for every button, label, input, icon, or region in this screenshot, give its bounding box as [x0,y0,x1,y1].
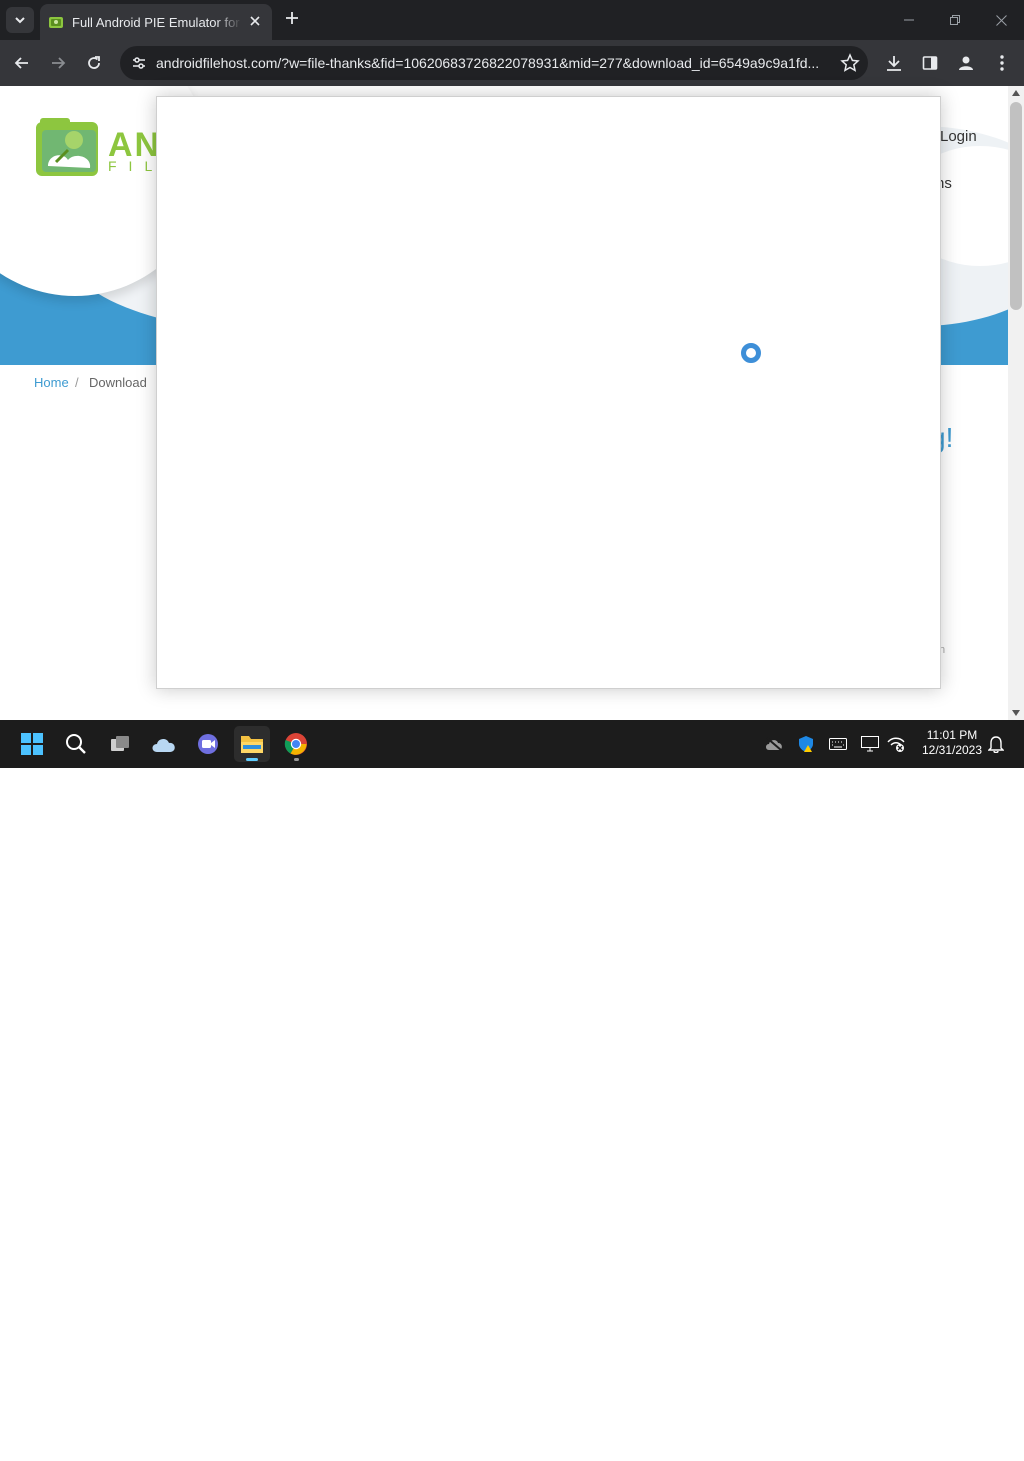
page-scrollbar[interactable] [1008,86,1024,720]
profile-icon [959,56,973,70]
tune-icon [133,57,145,69]
back-button[interactable] [8,49,36,77]
url-text[interactable]: androidfilehost.com/?w=file-thanks&fid=1… [156,55,836,71]
security-tray-button[interactable] [794,732,818,756]
tab-search-button[interactable] [6,7,34,33]
taskbar-clock[interactable]: 11:01 PM 12/31/2023 [912,728,992,758]
new-tab-button[interactable] [280,8,304,32]
side-panel-button[interactable] [916,49,944,77]
download-icon [887,56,901,71]
keyboard-tray-button[interactable] [826,732,850,756]
clock-time: 11:01 PM [926,728,978,742]
downloads-button[interactable] [880,49,908,77]
android-folder-favicon-icon [49,17,63,28]
window-close-button[interactable] [978,0,1024,40]
start-icon [21,733,43,755]
close-icon [995,14,1007,26]
browser-tab[interactable]: Full Android PIE Emulator for PC [40,4,272,40]
back-arrow-icon [14,57,28,69]
star-icon [840,53,860,72]
cloud-offline-icon [766,737,782,751]
network-disconnected-icon [887,737,905,752]
file-explorer-button[interactable] [234,726,270,762]
chevron-down-icon [15,17,25,24]
address-bar[interactable]: androidfilehost.com/?w=file-thanks&fid=1… [120,46,868,80]
minimize-icon [904,19,914,21]
site-info-button[interactable] [124,48,154,78]
network-tray-button[interactable] [884,732,908,756]
download-modal [156,96,941,689]
start-button[interactable] [14,726,50,762]
task-view-icon [111,736,129,751]
bookmark-button[interactable] [840,53,860,73]
window-restore-button[interactable] [932,0,978,40]
breadcrumb-current: Download [89,375,147,390]
display-icon [861,736,879,752]
kebab-menu-icon [1000,55,1004,71]
weather-widget-button[interactable] [146,726,182,762]
defender-warning-icon [799,736,813,752]
nav-login-link[interactable]: Login [940,128,977,145]
clock-date: 12/31/2023 [921,743,983,757]
restore-icon [950,15,960,25]
browser-tab-strip: Full Android PIE Emulator for PC [0,0,1024,40]
meet-button[interactable] [190,726,226,762]
taskbar-search-button[interactable] [58,726,94,762]
file-explorer-icon [241,736,263,753]
breadcrumb-separator: / [75,375,79,390]
weather-temperature: 35° [164,1449,181,1461]
active-app-indicator [246,758,258,761]
breadcrumb-home-link[interactable]: Home [34,375,69,390]
side-panel-icon [922,56,938,70]
keyboard-icon [829,738,847,750]
onedrive-tray-button[interactable] [762,732,786,756]
running-app-indicator [294,758,299,761]
scroll-up-arrow-icon[interactable] [1012,90,1020,96]
meet-icon [198,734,218,754]
close-icon [250,16,260,26]
forward-button[interactable] [44,49,72,77]
reload-icon [88,56,100,69]
weather-icon [152,738,175,752]
plus-icon [286,12,298,24]
forward-arrow-icon [52,57,66,69]
tab-title: Full Android PIE Emulator for PC [72,14,242,30]
chrome-menu-button[interactable] [988,49,1016,77]
loading-spinner-icon [741,343,761,363]
scroll-down-arrow-icon[interactable] [1012,710,1020,716]
windows-taskbar: 35° [0,720,1024,1461]
reload-button[interactable] [80,49,108,77]
tab-close-button[interactable] [246,13,264,31]
scrollbar-thumb[interactable] [1010,102,1022,310]
search-icon [66,734,86,754]
display-tray-button[interactable] [858,732,882,756]
chrome-taskbar-button[interactable] [278,726,314,762]
window-minimize-button[interactable] [886,0,932,40]
browser-toolbar: androidfilehost.com/?w=file-thanks&fid=1… [0,40,1024,86]
chrome-icon [284,733,307,755]
profile-button[interactable] [952,49,980,77]
task-view-button[interactable] [102,726,138,762]
